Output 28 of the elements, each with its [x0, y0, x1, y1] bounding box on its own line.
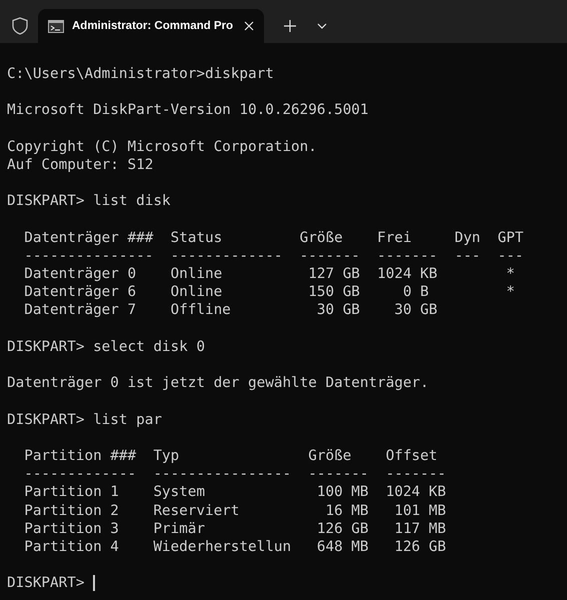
shield-icon[interactable] [12, 17, 28, 35]
terminal-line: Partition 2 Reserviert 16 MB 101 MB [23, 502, 446, 520]
terminal-line: Datenträger 0 ist jetzt der gewählte Datenträger. [7, 374, 429, 392]
terminal-line: Datenträger 7 Offline 30 GB 30 GB [23, 301, 438, 320]
terminal-tab[interactable]: Administrator: Command Pro [38, 9, 264, 43]
text-cursor [93, 575, 95, 592]
terminal-line: Partition ### Typ Größe Offset [23, 446, 438, 466]
terminal-line: Datenträger ### Status Größe Frei Dyn GPT [23, 228, 524, 247]
plus-icon[interactable] [284, 20, 296, 32]
terminal-line: DISKPART> list par [7, 410, 162, 429]
terminal-line: DISKPART> list disk [7, 192, 171, 211]
terminal-line: C:\Users\Administrator>diskpart [7, 65, 274, 84]
terminal-line: DISKPART> select disk 0 [7, 338, 205, 356]
terminal-line: Datenträger 0 Online 127 GB 1024 KB * [23, 265, 515, 284]
close-icon[interactable] [244, 21, 254, 31]
terminal-line: Auf Computer: S12 [7, 156, 154, 174]
terminal-line: --------------- ------------- ------- ------- --- --- [23, 246, 524, 266]
terminal-line: Partition 4 Wiederherstellun 648 MB 126 GB [23, 538, 446, 556]
tab-title: Administrator: Command Pro [72, 20, 234, 32]
terminal-icon [48, 20, 64, 32]
chevron-down-icon[interactable] [317, 23, 327, 29]
prompt-text: DISKPART> [7, 574, 86, 592]
terminal-line: Copyright (C) Microsoft Corporation. [7, 138, 317, 156]
terminal-line: Partition 3 Primär 126 GB 117 MB [23, 520, 446, 538]
terminal-line: ------------- ---------------- ------- ------- [23, 465, 446, 484]
terminal-line: Partition 1 System 100 MB 1024 KB [23, 483, 446, 502]
terminal-line: Microsoft DiskPart-Version 10.0.26296.5001 [7, 101, 369, 120]
terminal-line: Datenträger 6 Online 150 GB 0 B * [23, 283, 515, 302]
